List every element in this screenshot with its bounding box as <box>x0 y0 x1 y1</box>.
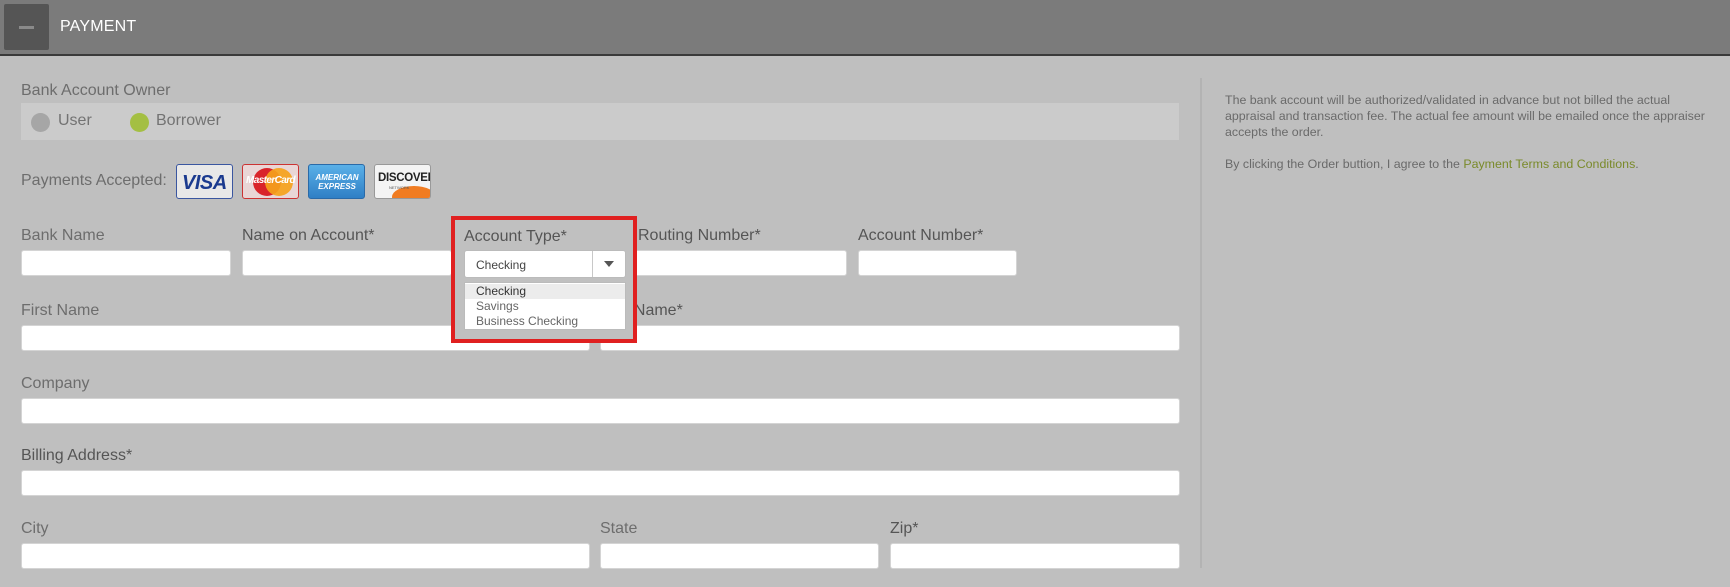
amex-logo: AMERICAN EXPRESS <box>308 164 365 199</box>
option-checking[interactable]: Checking <box>465 284 625 299</box>
routing-number-label: Routing Number* <box>638 227 761 244</box>
panel-divider <box>1200 78 1202 568</box>
option-business-checking[interactable]: Business Checking <box>465 314 625 329</box>
authorization-notice: The bank account will be authorized/vali… <box>1225 93 1705 139</box>
discover-logo: DISCOVER NETWORK <box>374 164 431 199</box>
bank-account-owner-label: Bank Account Owner <box>21 82 171 99</box>
billing-address-input[interactable] <box>21 470 1180 496</box>
section-title: PAYMENT <box>60 18 137 35</box>
city-label: City <box>21 520 49 537</box>
zip-label: Zip* <box>890 520 919 537</box>
account-type-select[interactable]: Checking <box>464 250 626 278</box>
account-type-label: Account Type* <box>464 228 567 245</box>
company-label: Company <box>21 375 90 392</box>
payment-info-panel: The bank account will be authorized/vali… <box>1225 92 1705 188</box>
account-type-value: Checking <box>476 258 527 272</box>
bank-name-input[interactable] <box>21 250 231 276</box>
owner-radio-group: User Borrower <box>21 103 1179 140</box>
routing-number-input[interactable] <box>628 250 847 276</box>
user-radio[interactable] <box>31 113 50 132</box>
terms-agreement: By clicking the Order buttion, I agree t… <box>1225 157 1639 171</box>
city-input[interactable] <box>21 543 590 569</box>
visa-logo: VISA <box>176 164 233 199</box>
collapse-button[interactable] <box>4 4 49 50</box>
payment-header: PAYMENT <box>0 0 1730 56</box>
dropdown-toggle[interactable] <box>592 251 625 277</box>
borrower-radio-label[interactable]: Borrower <box>156 112 221 130</box>
borrower-radio[interactable] <box>130 113 149 132</box>
billing-address-label: Billing Address* <box>21 447 133 464</box>
state-label: State <box>600 520 638 537</box>
zip-input[interactable] <box>890 543 1180 569</box>
bank-name-label: Bank Name <box>21 227 105 244</box>
minus-icon <box>19 26 34 29</box>
account-number-input[interactable] <box>858 250 1017 276</box>
name-on-account-label: Name on Account* <box>242 227 375 244</box>
last-name-input[interactable] <box>600 325 1180 351</box>
name-on-account-input[interactable] <box>242 250 452 276</box>
payment-terms-link[interactable]: Payment Terms and Conditions <box>1463 157 1635 171</box>
chevron-down-icon <box>604 261 614 267</box>
account-type-dropdown: Checking Savings Business Checking <box>464 282 626 330</box>
company-input[interactable] <box>21 398 1180 424</box>
account-number-label: Account Number* <box>858 227 984 244</box>
mastercard-logo: MasterCard <box>242 164 299 199</box>
first-name-label: First Name <box>21 302 100 319</box>
option-savings[interactable]: Savings <box>465 299 625 314</box>
state-select[interactable] <box>600 543 879 569</box>
user-radio-label[interactable]: User <box>58 112 92 130</box>
payments-accepted-label: Payments Accepted: <box>21 172 167 189</box>
